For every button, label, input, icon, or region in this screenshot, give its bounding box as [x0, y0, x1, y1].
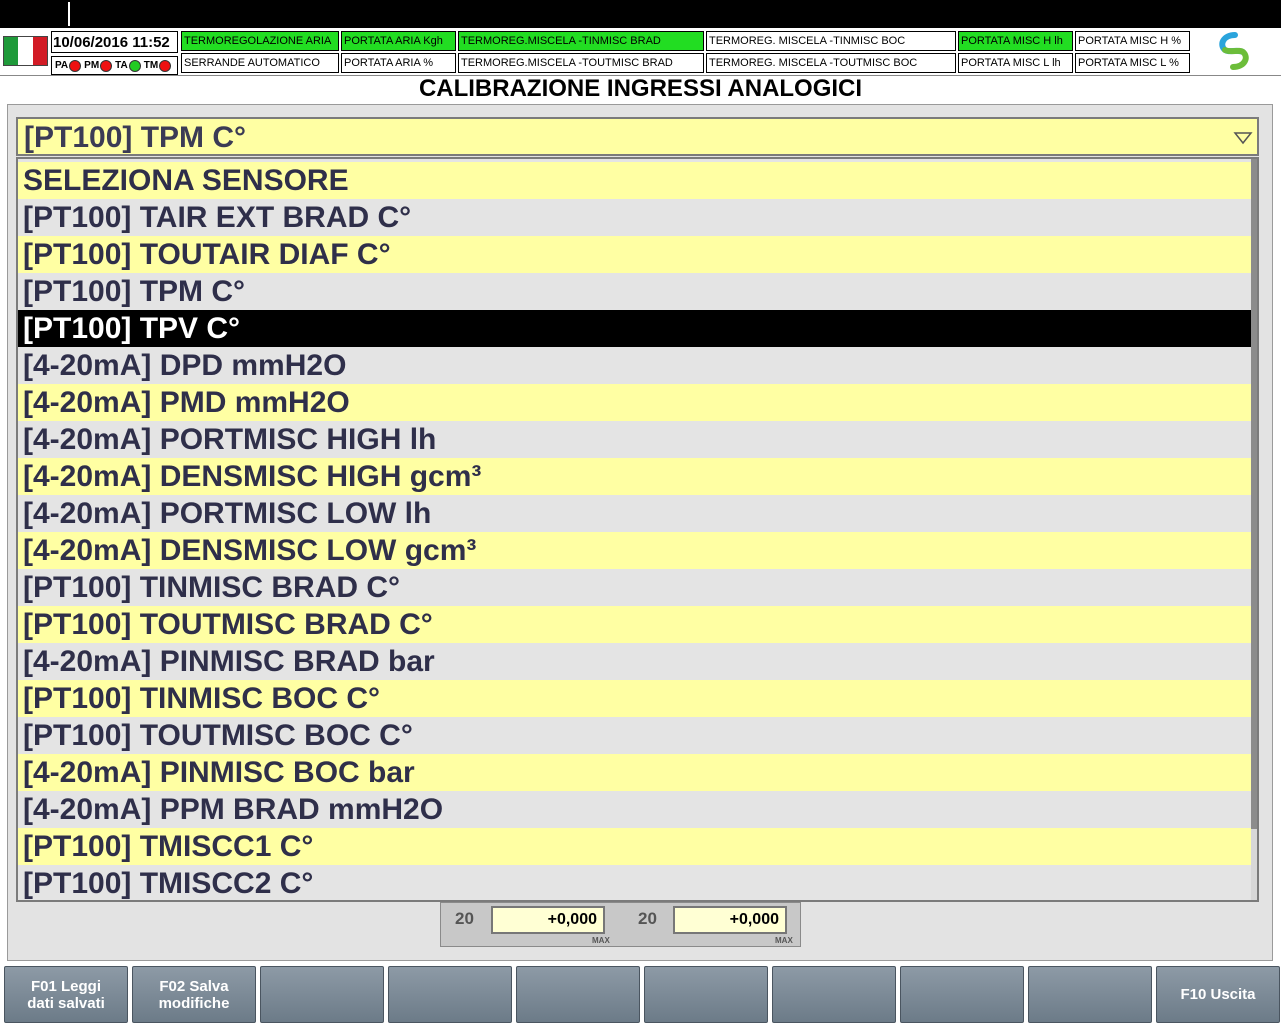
right-max-label: MAX — [775, 936, 793, 945]
status-cell[interactable]: TERMOREG. MISCELA -TINMISC BOC — [706, 31, 956, 51]
led-pm-icon — [100, 59, 113, 72]
left-value-field[interactable]: +0,000 — [491, 906, 605, 934]
sensor-option[interactable]: [4-20mA] PINMISC BRAD bar — [18, 643, 1253, 680]
sensor-option[interactable]: [PT100] TOUTMISC BOC C° — [18, 717, 1253, 754]
led-tm-icon — [159, 59, 172, 72]
logo-icon — [1219, 32, 1249, 70]
scrollbar-thumb[interactable] — [1251, 159, 1257, 829]
top-bar — [0, 0, 1281, 28]
right-value-field[interactable]: +0,000 — [673, 906, 787, 934]
function-key-10[interactable]: F10 Uscita — [1156, 966, 1280, 1023]
status-cell[interactable]: SERRANDE AUTOMATICO — [181, 53, 339, 73]
status-cell[interactable]: TERMOREG. MISCELA -TOUTMISC BOC — [706, 53, 956, 73]
sensor-dropdown-list[interactable]: SELEZIONA SENSORE [PT100] TAIR EXT BRAD C… — [16, 157, 1259, 902]
status-cell[interactable]: PORTATA MISC L % — [1075, 53, 1190, 73]
option-list: SELEZIONA SENSORE [PT100] TAIR EXT BRAD C… — [18, 162, 1253, 900]
led-pa-icon — [69, 59, 82, 72]
sensor-option[interactable]: [4-20mA] PPM BRAD mmH2O — [18, 791, 1253, 828]
function-key-2[interactable]: F02 Salva modifiche — [132, 966, 256, 1023]
right-range-number: 20 — [638, 909, 657, 928]
led-label-pm: PM — [84, 60, 100, 71]
sensor-option[interactable]: SELEZIONA SENSORE — [18, 162, 1253, 199]
led-ta-icon — [128, 59, 141, 72]
top-bar-separator — [68, 2, 70, 26]
sensor-option[interactable]: [4-20mA] PMD mmH2O — [18, 384, 1253, 421]
sensor-option[interactable]: [4-20mA] PORTMISC LOW lh — [18, 495, 1253, 532]
status-leds: PA PM TA TM — [51, 56, 178, 75]
sensor-option[interactable]: [4-20mA] DPD mmH2O — [18, 347, 1253, 384]
led-label-ta: TA — [115, 60, 128, 71]
scrollbar[interactable] — [1251, 159, 1257, 900]
sensor-select-value: [PT100] TPM C° — [24, 121, 247, 154]
status-cell[interactable]: TERMOREG.MISCELA -TOUTMISC BRAD — [458, 53, 704, 73]
sensor-option[interactable]: [PT100] TOUTAIR DIAF C° — [18, 236, 1253, 273]
left-max-label: MAX — [592, 936, 610, 945]
status-cell[interactable]: PORTATA MISC H lh — [958, 31, 1073, 51]
flag-stripe-green — [4, 37, 19, 65]
status-cell[interactable]: PORTATA ARIA Kgh — [341, 31, 456, 51]
function-key-3[interactable] — [260, 966, 384, 1023]
status-cell[interactable]: PORTATA MISC L lh — [958, 53, 1073, 73]
function-key-5[interactable] — [516, 966, 640, 1023]
function-key-1[interactable]: F01 Leggi dati salvati — [4, 966, 128, 1023]
function-key-9[interactable] — [1028, 966, 1152, 1023]
flag-stripe-white — [18, 37, 33, 65]
calibration-values: 20 +0,000 MAX 20 +0,000 MAX — [440, 902, 801, 947]
sensor-option[interactable]: [PT100] TPV C° — [18, 310, 1253, 347]
status-cell[interactable]: TERMOREG.MISCELA -TINMISC BRAD — [458, 31, 704, 51]
sensor-option[interactable]: [PT100] TMISCC1 C° — [18, 828, 1253, 865]
function-key-7[interactable] — [772, 966, 896, 1023]
status-cell[interactable]: TERMOREGOLAZIONE ARIA — [181, 31, 339, 51]
sensor-option[interactable]: [PT100] TPM C° — [18, 273, 1253, 310]
function-key-8[interactable] — [900, 966, 1024, 1023]
led-label-tm: TM — [143, 60, 159, 71]
status-cell[interactable]: PORTATA ARIA % — [341, 53, 456, 73]
chevron-down-icon[interactable] — [1233, 127, 1253, 147]
sensor-option[interactable]: [PT100] TAIR EXT BRAD C° — [18, 199, 1253, 236]
page-title: CALIBRAZIONE INGRESSI ANALOGICI — [418, 75, 863, 102]
datetime: 10/06/2016 11:52 — [51, 31, 178, 53]
sensor-option[interactable]: [4-20mA] PORTMISC HIGH lh — [18, 421, 1253, 458]
led-label-pa: PA — [55, 60, 69, 71]
function-key-4[interactable] — [388, 966, 512, 1023]
sensor-option[interactable]: [PT100] TINMISC BRAD C° — [18, 569, 1253, 606]
sensor-option[interactable]: [PT100] TINMISC BOC C° — [18, 680, 1253, 717]
italian-flag-icon[interactable] — [3, 36, 48, 66]
function-key-bar: F01 Leggi dati salvati F02 Salva modifich… — [0, 963, 1281, 1024]
left-range-number: 20 — [455, 909, 474, 928]
sensor-option[interactable]: [4-20mA] PINMISC BOC bar — [18, 754, 1253, 791]
sensor-option[interactable]: [4-20mA] DENSMISC HIGH gcm³ — [18, 458, 1253, 495]
flag-stripe-red — [32, 37, 47, 65]
sensor-option[interactable]: [PT100] TMISCC2 C° — [18, 865, 1253, 900]
status-cell[interactable]: PORTATA MISC H % — [1075, 31, 1190, 51]
sensor-option[interactable]: [PT100] TOUTMISC BRAD C° — [18, 606, 1253, 643]
function-key-6[interactable] — [644, 966, 768, 1023]
sensor-option[interactable]: [4-20mA] DENSMISC LOW gcm³ — [18, 532, 1253, 569]
sensor-select[interactable]: [PT100] TPM C° — [16, 117, 1259, 156]
